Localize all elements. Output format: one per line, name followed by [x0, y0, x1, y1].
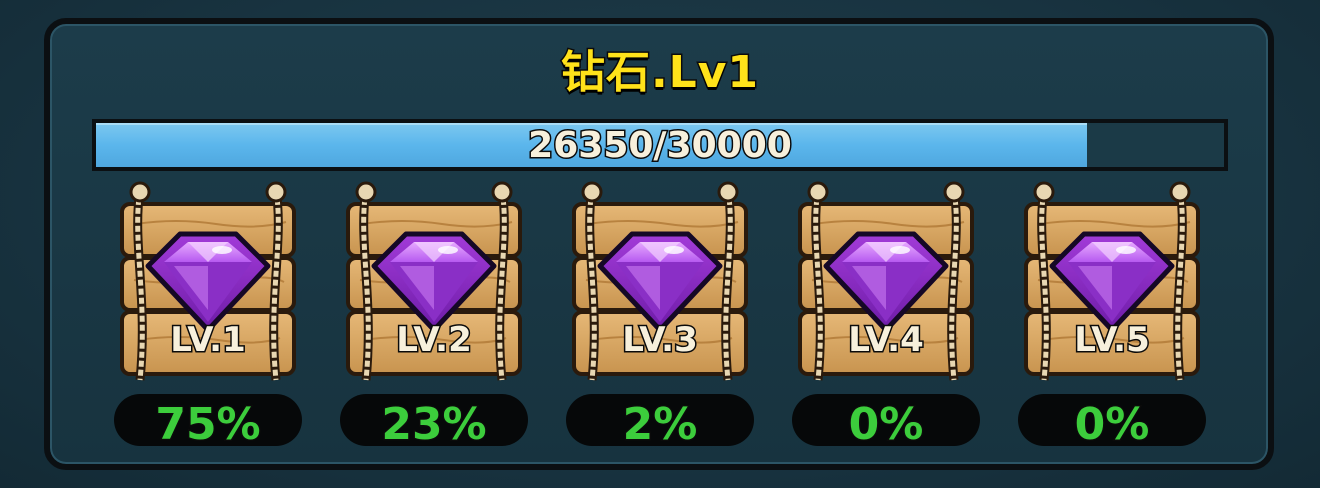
- level-crate-4[interactable]: LV.4 0%: [792, 180, 980, 456]
- level-chance: 0%: [1018, 394, 1206, 451]
- panel-title: 钻石.Lv1: [559, 46, 760, 100]
- level-crate-5[interactable]: LV.5 0%: [1018, 180, 1206, 456]
- level-crate-3[interactable]: LV.3 2%: [566, 180, 754, 456]
- level-chance: 23%: [340, 394, 528, 451]
- level-crate-2[interactable]: LV.2 23%: [340, 180, 528, 456]
- level-chance: 2%: [566, 394, 754, 451]
- level-label: LV.1: [169, 319, 248, 362]
- level-crate-1[interactable]: LV.1 75%: [114, 180, 302, 456]
- level-label: LV.3: [621, 319, 700, 362]
- progress-text: 26350/30000: [527, 123, 794, 167]
- progress-bar: 26350/30000: [92, 119, 1228, 171]
- level-label: LV.4: [847, 319, 926, 362]
- level-chance: 75%: [114, 394, 302, 451]
- level-label: LV.2: [395, 319, 474, 362]
- level-label: LV.5: [1073, 319, 1152, 362]
- level-chance: 0%: [792, 394, 980, 451]
